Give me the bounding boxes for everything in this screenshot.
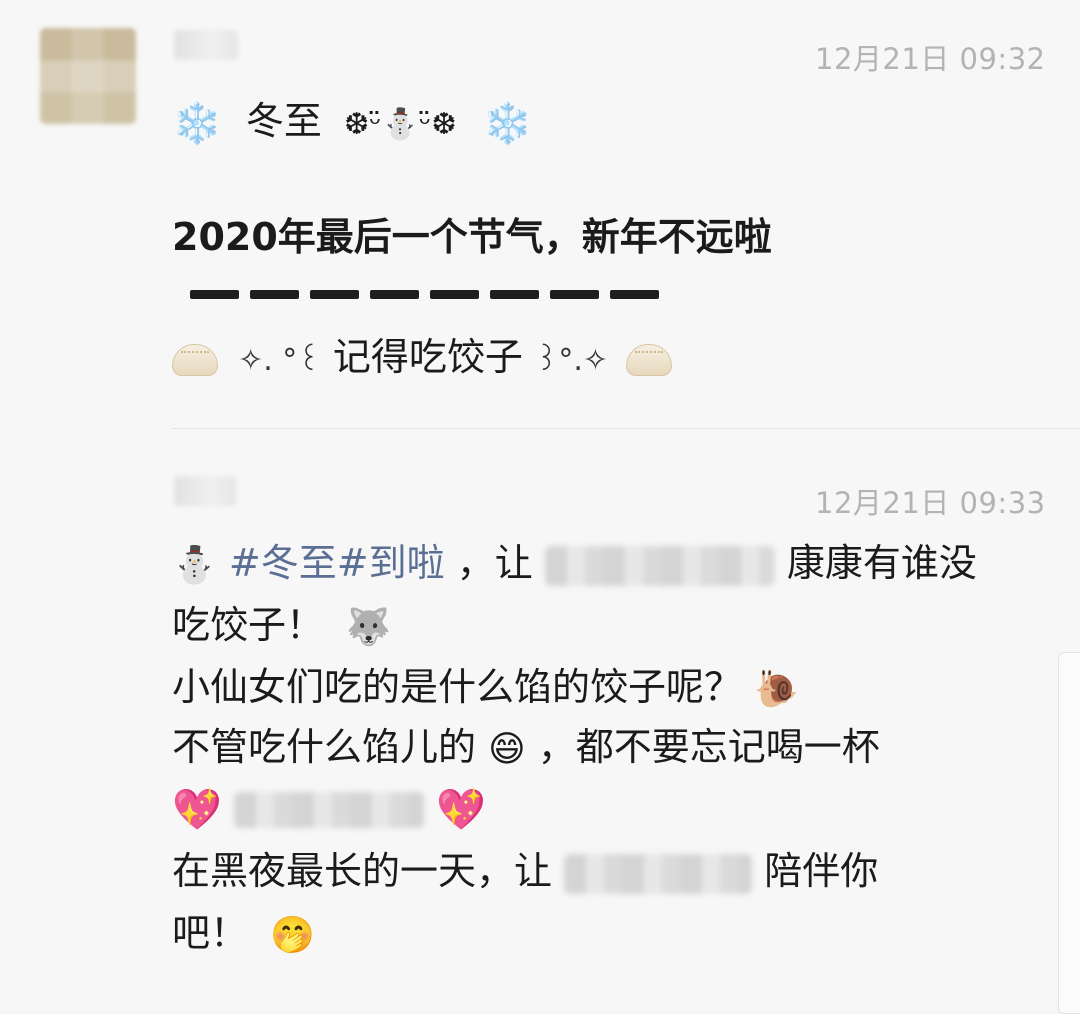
grinning-face-icon: 😄 [488, 728, 526, 770]
reminder-text: 记得吃饺子 [332, 335, 523, 379]
reminder-deco-right: ꒱°.✧ [534, 343, 609, 378]
body-text: 康康有谁没 [786, 541, 977, 585]
username-blurred[interactable] [174, 476, 236, 506]
reminder-deco-left: ✧. °꒰ [238, 343, 321, 378]
body-text: 吧！ [172, 911, 249, 955]
snowflake-icon: ❄️ [482, 100, 533, 147]
hashtag-link[interactable]: #冬至#到啦 [229, 541, 445, 585]
post-title-line: ❄️ 冬至 ❆ᵕ̈⛄ᵕ̈❆ ❄️ [172, 94, 532, 152]
dash-divider [190, 290, 659, 299]
post-body-line: 小仙女们吃的是什么馅的饺子呢？ 🐌 [172, 660, 799, 717]
snowman-decoration: ❆ᵕ̈⛄ᵕ̈❆ [344, 107, 457, 142]
adjacent-card-edge [1058, 652, 1080, 1014]
post-body-line: 吃饺子！ 🐺 [172, 598, 391, 655]
dumpling-icon [626, 343, 673, 376]
post-feed: 12月21日 09:32 ❄️ 冬至 ❆ᵕ̈⛄ᵕ̈❆ ❄️ 2020年最后一个节… [0, 0, 1080, 1014]
body-text: 陪伴你 [764, 849, 879, 893]
giggling-face-icon: 🤭 [270, 914, 315, 956]
avatar[interactable] [40, 28, 136, 124]
snowman-icon: ⛄ [172, 544, 217, 586]
post-body-line: 不管吃什么馅儿的 😄 ，都不要忘记喝一杯 [172, 720, 880, 777]
body-text: ，都不要忘记喝一杯 [537, 725, 880, 769]
dumpling-icon [172, 343, 218, 376]
wolf-icon: 🐺 [346, 606, 391, 648]
post-title: 冬至 [245, 99, 322, 143]
heart-icon: 💖 [436, 786, 486, 833]
post-divider [172, 428, 1080, 429]
post-body-line: 💖 💖 [172, 780, 486, 837]
body-text: 在黑夜最长的一天，让 [172, 849, 553, 893]
snail-icon: 🐌 [754, 668, 799, 710]
post-body-line: ⛄ #冬至#到啦 ，让 康康有谁没 [172, 536, 977, 593]
body-text: 小仙女们吃的是什么馅的饺子呢？ [172, 665, 743, 709]
blurred-mention [544, 545, 775, 586]
post-headline: 2020年最后一个节气，新年不远啦 [172, 215, 772, 259]
snowflake-icon: ❄️ [172, 100, 222, 147]
heart-icon: 💖 [172, 786, 222, 833]
username-blurred[interactable] [174, 30, 238, 60]
post-body-line: 吧！ 🤭 [172, 906, 315, 963]
body-text: ，让 [456, 541, 533, 585]
body-text: 吃饺子！ [172, 603, 325, 647]
body-text: 不管吃什么馅儿的 [172, 725, 477, 769]
reminder-line: ✧. °꒰ 记得吃饺子 ꒱°.✧ [172, 330, 673, 388]
post-body-line: 在黑夜最长的一天，让 陪伴你 [172, 844, 878, 898]
post-timestamp: 12月21日 09:33 [815, 486, 1046, 520]
post-timestamp: 12月21日 09:32 [815, 42, 1046, 76]
blurred-product-name [233, 791, 424, 828]
blurred-product-name [564, 853, 753, 894]
